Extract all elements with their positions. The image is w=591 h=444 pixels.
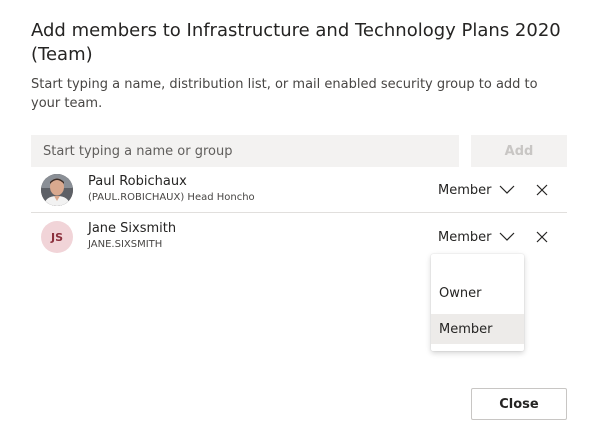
member-detail: (PAUL.ROBICHAUX) Head Honcho [88, 192, 255, 203]
close-button[interactable]: Close [471, 388, 567, 420]
chevron-down-icon [500, 232, 515, 241]
role-menu: Owner Member [431, 254, 524, 351]
dialog-subtitle: Start typing a name, distribution list, … [31, 77, 538, 111]
member-row: Paul Robichaux (PAUL.ROBICHAUX) Head Hon… [31, 167, 567, 213]
avatar-photo [41, 174, 73, 206]
dialog-title: Add members to Infrastructure and Techno… [31, 20, 561, 65]
member-detail: JANE.SIXSMITH [88, 239, 163, 250]
add-members-dialog: Add members to Infrastructure and Techno… [0, 0, 591, 444]
remove-member-button[interactable] [533, 228, 551, 246]
chevron-down-icon [500, 185, 515, 194]
avatar [41, 174, 73, 206]
avatar: JS [41, 221, 73, 253]
member-name: Paul Robichaux [88, 174, 187, 189]
close-icon [536, 231, 548, 243]
role-dropdown[interactable]: Member [438, 227, 515, 247]
role-label: Member [438, 229, 492, 245]
role-label: Member [438, 182, 492, 198]
add-button[interactable]: Add [471, 135, 567, 167]
role-option-owner[interactable]: Owner [431, 278, 524, 308]
role-dropdown[interactable]: Member [438, 180, 515, 200]
close-icon [536, 184, 548, 196]
member-name: Jane Sixsmith [88, 221, 177, 236]
remove-member-button[interactable] [533, 181, 551, 199]
member-search-input[interactable] [31, 135, 459, 167]
role-option-member[interactable]: Member [431, 314, 524, 344]
